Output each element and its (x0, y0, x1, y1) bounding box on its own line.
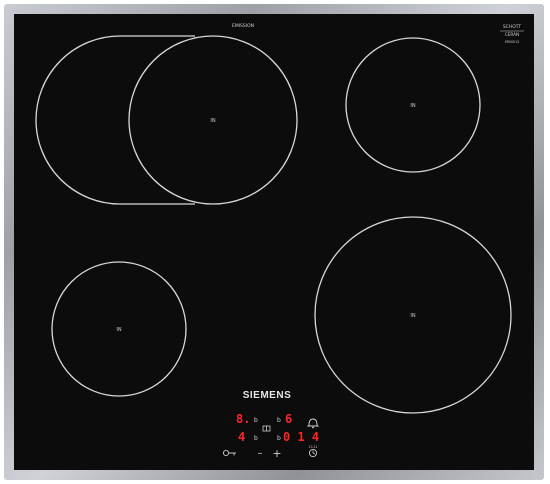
schott-ceran-logo: SCHOTT CERAN ER00013 (500, 24, 524, 44)
zone-label-front-left: IN (116, 327, 121, 333)
hob-drawing: EMISSION SCHOTT CERAN ER00013 IN IN IN I… (35, 23, 524, 460)
brand-logo: SIEMENS (243, 390, 292, 401)
display-b-label-4: b (277, 435, 281, 442)
schott-line2: CERAN (505, 32, 519, 37)
display-left-bottom: 4 (238, 430, 245, 444)
display-b-label-3: b (254, 435, 258, 442)
schott-line3: ER00013 (505, 40, 519, 44)
minus-button[interactable]: – (258, 448, 263, 459)
extended-zone-outline (35, 35, 195, 205)
display-b-label-2: b (277, 417, 281, 424)
bell-icon[interactable] (306, 418, 320, 429)
zone-label-back-right: IN (410, 103, 415, 109)
display-right-bottom: 0 1 4 (283, 430, 319, 444)
control-panel: 8. b b 6 4 b b 0 1 4 1111 – + (222, 412, 320, 460)
top-label: EMISSION (232, 23, 254, 29)
display-right-top: 6 (285, 412, 292, 426)
zone-label-front-right: IN (410, 313, 415, 319)
timer-icon[interactable] (308, 448, 318, 458)
timer-label: 1111 (309, 445, 318, 449)
key-lock-icon[interactable] (222, 449, 236, 457)
display-left-top: 8. (236, 412, 250, 426)
display-b-label-1: b (254, 417, 258, 424)
double-zone-icon[interactable] (262, 425, 271, 432)
schott-line1: SCHOTT (503, 24, 522, 30)
plus-button[interactable]: + (272, 447, 281, 460)
zone-label-back-left: IN (210, 118, 215, 124)
